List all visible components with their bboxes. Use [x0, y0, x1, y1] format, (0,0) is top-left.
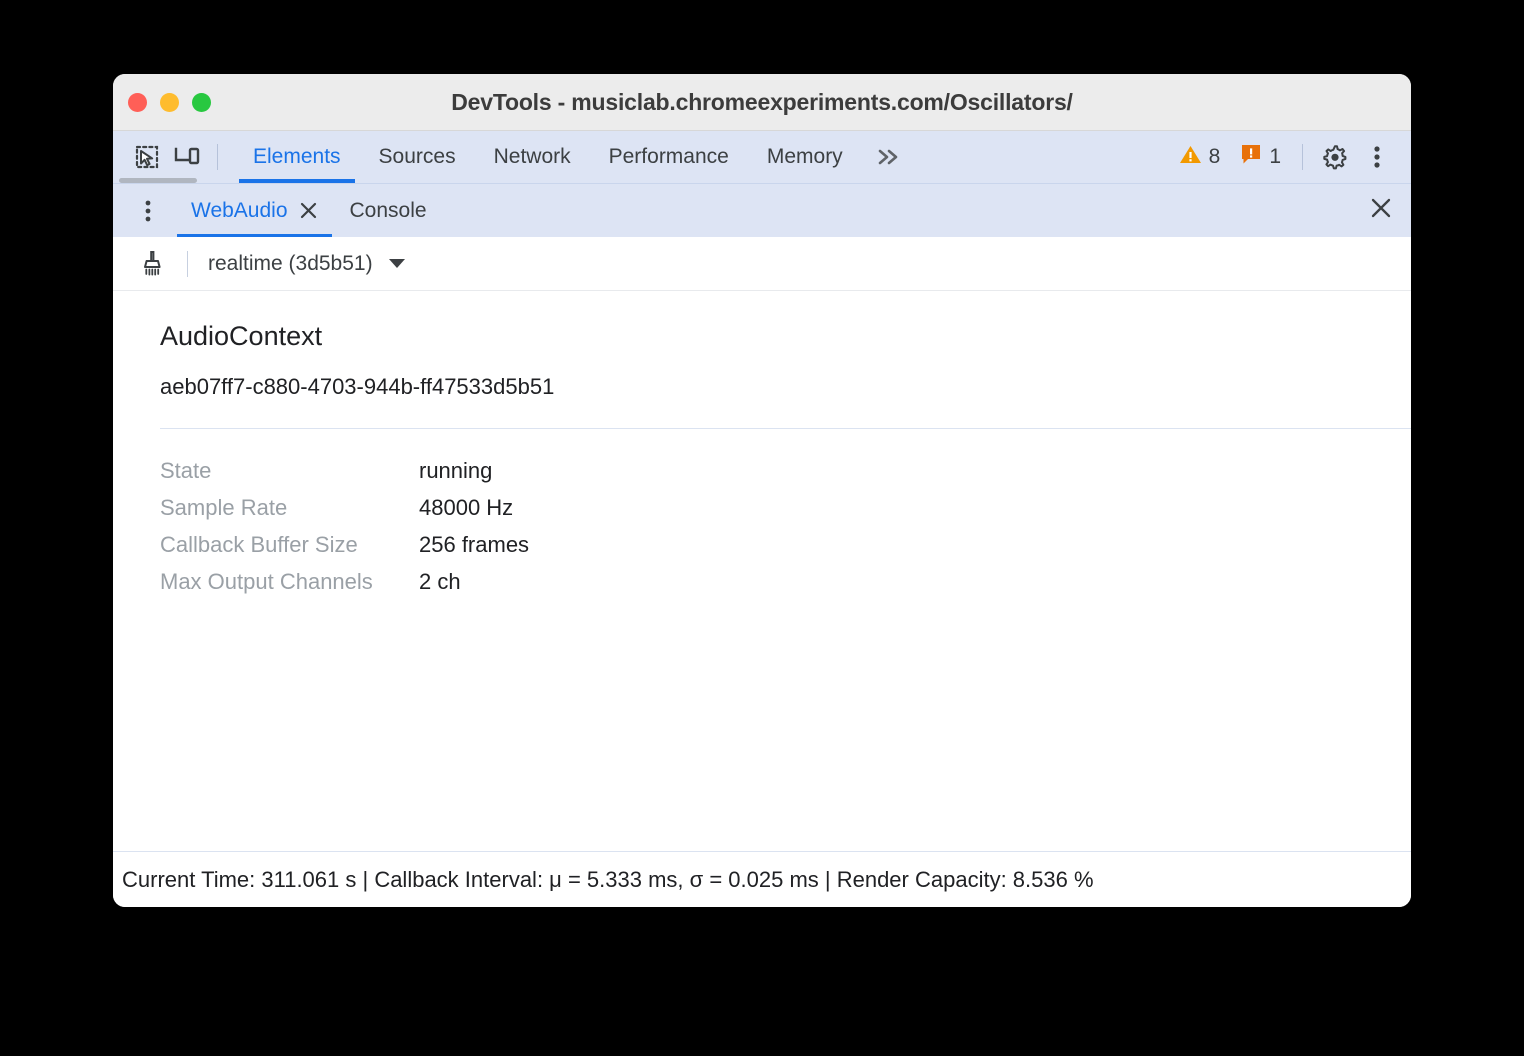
close-window-button[interactable] — [128, 93, 147, 112]
chevron-double-right-icon[interactable] — [862, 147, 916, 167]
property-value-callback-buffer-size: 256 frames — [419, 527, 1411, 563]
tab-elements[interactable]: Elements — [234, 131, 360, 183]
drawer-tab-webaudio-label: WebAudio — [191, 199, 288, 223]
maximize-window-button[interactable] — [192, 93, 211, 112]
tab-performance[interactable]: Performance — [590, 131, 748, 183]
drawer-toolbar: WebAudio Console — [113, 183, 1411, 237]
panel-toolbar-divider — [187, 251, 188, 277]
kebab-menu-icon[interactable] — [1357, 137, 1397, 177]
triangle-down-icon — [387, 252, 407, 276]
drawer-tab-close-icon[interactable] — [299, 201, 318, 220]
main-toolbar: Elements Sources Network Performance Mem… — [113, 131, 1411, 183]
property-value-state: running — [419, 453, 1411, 489]
broom-clear-icon[interactable] — [131, 243, 173, 285]
tab-elements-label: Elements — [253, 145, 341, 169]
warning-count: 8 — [1209, 145, 1221, 169]
issue-count: 1 — [1269, 145, 1281, 169]
tab-performance-label: Performance — [609, 145, 729, 169]
devtools-window: DevTools - musiclab.chromeexperiments.co… — [113, 74, 1411, 907]
warning-triangle-icon — [1179, 144, 1202, 171]
context-properties-table: State running Sample Rate 48000 Hz Callb… — [113, 429, 1411, 600]
window-titlebar: DevTools - musiclab.chromeexperiments.co… — [113, 74, 1411, 131]
drawer-tab-console-label: Console — [350, 199, 427, 223]
property-value-sample-rate: 48000 Hz — [419, 490, 1411, 526]
traffic-lights — [128, 74, 211, 130]
context-selector[interactable]: realtime (3d5b51) — [202, 248, 413, 280]
issue-message-icon — [1240, 143, 1262, 171]
status-bar: Current Time: 311.061 s | Callback Inter… — [113, 851, 1411, 907]
drawer-tab-console[interactable]: Console — [334, 184, 443, 238]
webaudio-context-detail: AudioContext aeb07ff7-c880-4703-944b-ff4… — [113, 291, 1411, 851]
tab-memory[interactable]: Memory — [748, 131, 862, 183]
toolbar-divider-right — [1302, 144, 1303, 170]
context-id: aeb07ff7-c880-4703-944b-ff47533d5b51 — [160, 374, 1411, 400]
close-icon[interactable] — [1369, 196, 1393, 225]
webaudio-panel-toolbar: realtime (3d5b51) — [113, 237, 1411, 291]
toolbar-right-group: 8 1 — [1170, 137, 1411, 177]
drawer-tab-webaudio[interactable]: WebAudio — [175, 184, 334, 238]
tab-network[interactable]: Network — [475, 131, 590, 183]
window-title: DevTools - musiclab.chromeexperiments.co… — [113, 89, 1411, 116]
toolbar-divider — [217, 144, 218, 170]
drawer-tab-list: WebAudio Console — [175, 184, 443, 238]
warning-counter[interactable]: 8 — [1170, 144, 1230, 171]
property-key-max-output-channels: Max Output Channels — [160, 564, 419, 600]
property-key-sample-rate: Sample Rate — [160, 490, 419, 526]
status-bar-text: Current Time: 311.061 s | Callback Inter… — [122, 867, 1094, 893]
drawer-right-group — [1369, 196, 1411, 225]
inspect-element-icon[interactable] — [127, 137, 167, 177]
property-key-state: State — [160, 453, 419, 489]
tab-memory-label: Memory — [767, 145, 843, 169]
tab-sources-label: Sources — [379, 145, 456, 169]
context-header: AudioContext aeb07ff7-c880-4703-944b-ff4… — [113, 291, 1411, 429]
device-toolbar-icon[interactable] — [167, 137, 207, 177]
minimize-window-button[interactable] — [160, 93, 179, 112]
screen: DevTools - musiclab.chromeexperiments.co… — [0, 0, 1524, 1056]
tab-network-label: Network — [494, 145, 571, 169]
main-tab-list: Elements Sources Network Performance Mem… — [234, 131, 862, 183]
issue-counter[interactable]: 1 — [1231, 143, 1290, 171]
context-type-title: AudioContext — [160, 321, 1411, 352]
context-selector-value: realtime (3d5b51) — [208, 252, 373, 276]
property-key-callback-buffer-size: Callback Buffer Size — [160, 527, 419, 563]
property-value-max-output-channels: 2 ch — [419, 564, 1411, 600]
tab-sources[interactable]: Sources — [360, 131, 475, 183]
drawer-kebab-menu-icon[interactable] — [129, 192, 167, 230]
gear-icon[interactable] — [1315, 137, 1355, 177]
